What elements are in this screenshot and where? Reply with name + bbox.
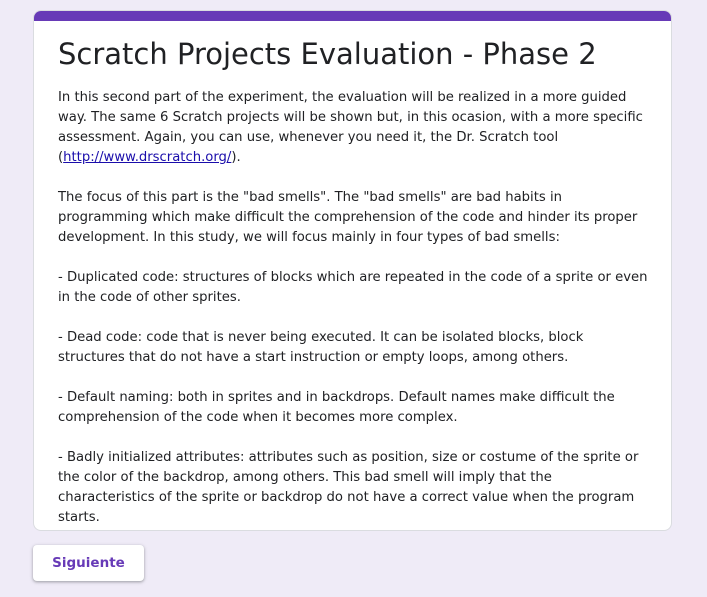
- duplicated-code-item: - Duplicated code: structures of blocks …: [58, 270, 648, 305]
- intro-text-end: ).: [231, 150, 241, 165]
- badly-initialized-attributes-item: - Badly initialized attributes: attribut…: [58, 450, 639, 525]
- card-accent-bar: [34, 11, 671, 21]
- default-naming-item: - Default naming: both in sprites and in…: [58, 390, 615, 425]
- form-header-card: Scratch Projects Evaluation - Phase 2 In…: [33, 10, 672, 531]
- intro-paragraph: In this second part of the experiment, t…: [58, 88, 649, 168]
- bad-smells-paragraph: The focus of this part is the "bad smell…: [58, 190, 638, 245]
- dead-code-item: - Dead code: code that is never being ex…: [58, 330, 584, 365]
- form-title: Scratch Projects Evaluation - Phase 2: [58, 37, 597, 71]
- next-button[interactable]: Siguiente: [33, 545, 144, 581]
- card-content: Scratch Projects Evaluation - Phase 2 In…: [58, 35, 649, 528]
- form-description: In this second part of the experiment, t…: [58, 88, 649, 528]
- drscratch-link[interactable]: http://www.drscratch.org/: [63, 150, 231, 165]
